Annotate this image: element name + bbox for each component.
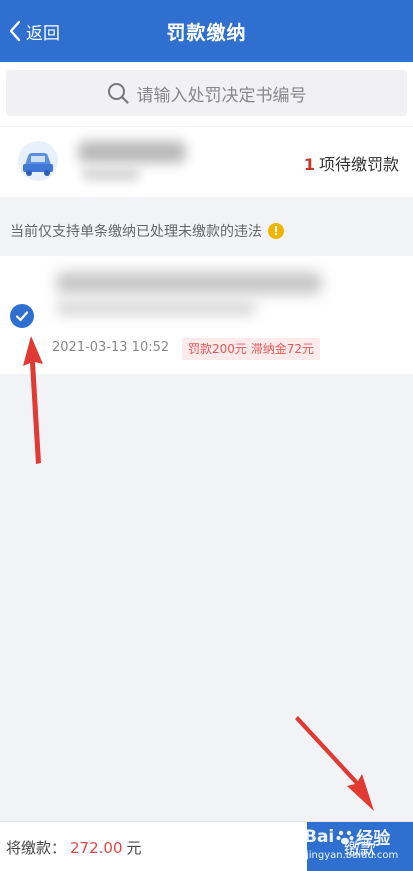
notice-text: 当前仅支持单条缴纳已处理未缴款的违法 bbox=[10, 224, 262, 240]
total-label: 将缴款： bbox=[6, 839, 67, 857]
fine-amount-tag: 罚款200元 滞纳金72元 bbox=[182, 338, 320, 360]
total-amount: 272.00 bbox=[70, 839, 123, 857]
top-nav-bar: 返回 罚款缴纳 bbox=[0, 0, 413, 62]
payment-notice: 当前仅支持单条缴纳已处理未缴款的违法 ! bbox=[0, 208, 413, 254]
violation-item[interactable]: 2021-03-13 10:52 罚款200元 滞纳金72元 bbox=[0, 256, 413, 374]
search-input[interactable]: 请输入处罚决定书编号 bbox=[6, 70, 407, 116]
annotation-arrow-checkbox bbox=[23, 336, 43, 464]
currency-label: 元 bbox=[126, 839, 142, 857]
plate-number-redacted bbox=[78, 141, 186, 163]
checkmark-icon bbox=[15, 311, 29, 322]
payment-footer: 将缴款： 272.00 元 缴款 bbox=[0, 821, 413, 871]
select-checkbox[interactable] bbox=[10, 304, 34, 328]
total-amount-display: 将缴款： 272.00 元 bbox=[6, 837, 142, 858]
search-section: 请输入处罚决定书编号 bbox=[0, 62, 413, 126]
vehicle-card[interactable]: 1 项待缴罚款 bbox=[0, 127, 413, 197]
violation-title-redacted bbox=[56, 272, 322, 294]
page-title: 罚款缴纳 bbox=[166, 22, 247, 44]
warning-icon: ! bbox=[268, 223, 284, 239]
pending-text: 项待缴罚款 bbox=[318, 155, 399, 174]
pay-button-label: 缴款 bbox=[343, 839, 376, 858]
pending-fines-count: 1 项待缴罚款 bbox=[304, 151, 399, 175]
annotation-arrow-pay bbox=[295, 716, 374, 811]
car-icon bbox=[18, 141, 58, 181]
violation-location-redacted bbox=[56, 300, 256, 316]
vehicle-info-redacted bbox=[82, 167, 140, 181]
search-placeholder: 请输入处罚决定书编号 bbox=[136, 85, 307, 106]
violation-datetime: 2021-03-13 10:52 bbox=[52, 340, 170, 355]
pending-count: 1 bbox=[303, 155, 315, 174]
search-icon bbox=[107, 83, 129, 104]
pay-button[interactable]: 缴款 bbox=[307, 822, 413, 871]
